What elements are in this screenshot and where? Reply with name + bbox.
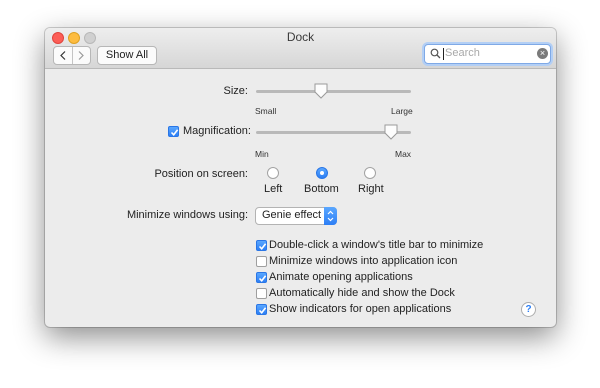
window-title: Dock xyxy=(286,30,315,44)
checkmark-icon xyxy=(258,275,267,283)
show-indicators-checkbox[interactable] xyxy=(256,304,267,315)
position-right-radio[interactable] xyxy=(364,167,376,179)
minimize-into-icon-label: Minimize windows into application icon xyxy=(269,255,458,267)
size-max-label: Large xyxy=(391,106,413,116)
show-all-button[interactable]: Show All xyxy=(97,46,157,65)
magnification-max-label: Max xyxy=(395,149,412,159)
minimize-effect-value: Genie effect xyxy=(262,209,322,221)
checkmark-icon xyxy=(258,243,267,251)
text-cursor xyxy=(443,48,444,60)
magnification-checkbox[interactable] xyxy=(168,126,179,137)
size-slider-thumb[interactable] xyxy=(314,83,328,99)
auto-hide-dock-label: Automatically hide and show the Dock xyxy=(269,287,455,299)
magnification-slider-thumb[interactable] xyxy=(384,124,398,140)
position-left-radio[interactable] xyxy=(267,167,279,179)
checkmark-icon xyxy=(258,307,267,315)
help-button[interactable]: ? xyxy=(521,302,536,317)
popup-arrows-icon xyxy=(324,207,337,225)
magnification-label: Magnification: xyxy=(183,125,251,137)
chevron-left-icon xyxy=(59,51,66,60)
animate-opening-checkbox[interactable] xyxy=(256,272,267,283)
size-slider-track[interactable] xyxy=(256,90,411,93)
forward-button[interactable] xyxy=(71,47,91,64)
title-bar: Dock Show All Search × xyxy=(45,28,556,69)
magnification-min-label: Min xyxy=(255,149,269,159)
checkmark-icon xyxy=(170,129,179,137)
back-button[interactable] xyxy=(54,47,72,64)
auto-hide-dock-checkbox[interactable] xyxy=(256,288,267,299)
minimize-into-icon-checkbox[interactable] xyxy=(256,256,267,267)
position-bottom-label: Bottom xyxy=(304,183,339,195)
position-right-label: Right xyxy=(358,183,384,195)
dock-preferences-window: Dock Show All Search × Size: Small Large… xyxy=(45,28,556,327)
search-placeholder: Search xyxy=(445,47,480,59)
size-label: Size: xyxy=(223,85,248,97)
show-indicators-label: Show indicators for open applications xyxy=(269,303,452,315)
animate-opening-label: Animate opening applications xyxy=(269,271,413,283)
chevron-right-icon xyxy=(78,51,85,60)
size-min-label: Small xyxy=(255,106,277,116)
position-label: Position on screen: xyxy=(154,168,248,180)
back-forward-group xyxy=(53,46,91,65)
minimize-effect-popup[interactable]: Genie effect xyxy=(255,207,337,225)
search-icon xyxy=(430,48,441,59)
double-click-minimize-label: Double-click a window's title bar to min… xyxy=(269,239,484,251)
minimize-label: Minimize windows using: xyxy=(126,209,248,221)
position-bottom-radio[interactable] xyxy=(316,167,328,179)
search-field[interactable]: Search × xyxy=(424,44,551,64)
double-click-minimize-checkbox[interactable] xyxy=(256,240,267,251)
position-left-label: Left xyxy=(264,183,283,195)
clear-search-icon[interactable]: × xyxy=(537,48,548,59)
